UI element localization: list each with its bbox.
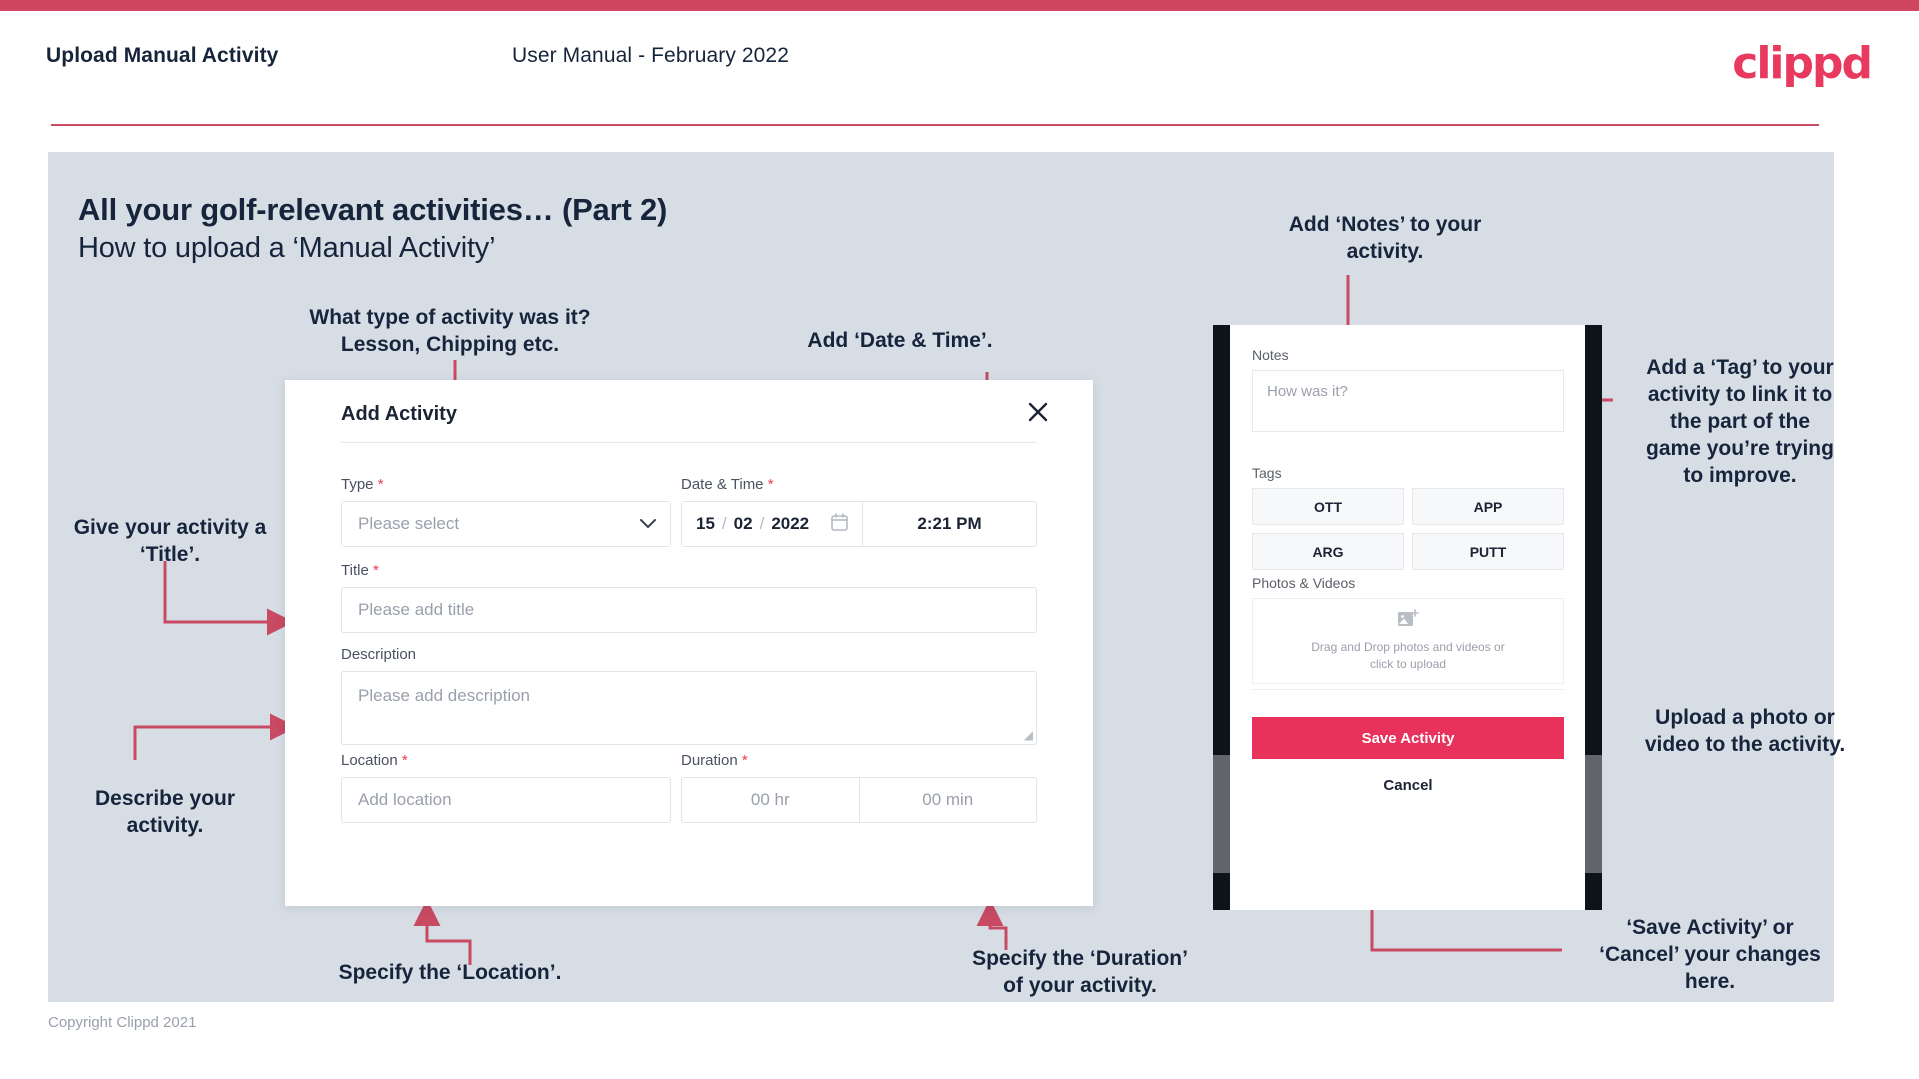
phone-volume-button-right (1585, 755, 1602, 873)
title-placeholder: Please add title (358, 600, 475, 619)
mobile-divider (1252, 689, 1564, 690)
phone-volume-button-left (1213, 755, 1230, 873)
type-placeholder: Please select (358, 514, 460, 533)
type-label-text: Type (341, 476, 374, 493)
save-activity-button[interactable]: Save Activity (1252, 717, 1564, 759)
title-input[interactable]: Please add title (341, 587, 1037, 633)
tag-button-arg[interactable]: ARG (1252, 533, 1404, 570)
date-sep-2: / (759, 514, 765, 533)
date-input[interactable]: 15 / 02 / 2022 (682, 502, 863, 546)
dropzone-text: Drag and Drop photos and videos or click… (1311, 639, 1504, 674)
title-required-mark: * (372, 562, 379, 579)
mobile-photos-label: Photos & Videos (1252, 575, 1356, 591)
dropzone-text-line2: click to upload (1369, 657, 1447, 671)
dialog-divider (341, 442, 1037, 443)
field-group-description: Description Please add description ◢ (341, 646, 1037, 745)
tag-button-putt[interactable]: PUTT (1412, 533, 1564, 570)
mobile-tags-label: Tags (1252, 465, 1282, 481)
duration-label-text: Duration (681, 752, 738, 769)
annotation-save-cancel: ‘Save Activity’ or ‘Cancel’ your changes h… (1599, 916, 1821, 993)
calendar-icon[interactable] (831, 512, 848, 536)
mobile-notes-placeholder: How was it? (1267, 383, 1348, 400)
field-group-datetime: Date & Time * 15 / 02 / 2022 2:21 PM (681, 476, 1037, 547)
duration-minutes-placeholder: 00 min (922, 790, 974, 809)
phone-mockup: Notes How was it? Tags OTT APP ARG PUTT … (1213, 325, 1602, 910)
description-textarea[interactable]: Please add description ◢ (341, 671, 1037, 745)
top-accent-bar (0, 0, 1919, 11)
description-label: Description (341, 646, 1037, 663)
datetime-label-text: Date & Time (681, 476, 764, 493)
annotation-title: Give your activity a ‘Title’. (73, 516, 267, 566)
dropzone-text-line1: Drag and Drop photos and videos or (1311, 639, 1505, 654)
datetime-required-mark: * (767, 476, 774, 493)
description-label-text: Description (341, 646, 417, 663)
title-label: Title * (341, 562, 1037, 579)
date-sep-1: / (721, 514, 727, 533)
header-divider (51, 124, 1819, 126)
annotation-upload: Upload a photo or video to the activity. (1644, 706, 1846, 756)
mobile-tag-grid: OTT APP ARG PUTT (1252, 488, 1564, 570)
title-label-text: Title (341, 562, 369, 579)
add-activity-dialog: Add Activity Type * Please select Date &… (285, 380, 1093, 906)
clippd-logo: clippd (1732, 38, 1873, 89)
field-group-type: Type * Please select (341, 476, 671, 547)
annotation-notes: Add ‘Notes’ to your activity. (1288, 213, 1482, 263)
add-image-icon (1397, 608, 1419, 633)
header-subtitle: User Manual - February 2022 (512, 44, 789, 67)
type-required-mark: * (377, 476, 384, 493)
slide-page: Upload Manual Activity User Manual - Feb… (0, 0, 1919, 1079)
date-month: 02 (733, 514, 753, 533)
field-group-duration: Duration * 00 hr 00 min (681, 752, 1037, 823)
duration-minutes-input[interactable]: 00 min (860, 778, 1037, 822)
description-placeholder: Please add description (358, 686, 531, 705)
tag-button-ott[interactable]: OTT (1252, 488, 1404, 525)
time-value: 2:21 PM (917, 514, 982, 533)
type-select[interactable]: Please select (341, 501, 671, 547)
field-group-title: Title * Please add title (341, 562, 1037, 633)
duration-required-mark: * (741, 752, 748, 769)
resize-handle-icon[interactable]: ◢ (1024, 728, 1033, 742)
field-group-location: Location * Add location (341, 752, 671, 823)
location-label-text: Location (341, 752, 398, 769)
annotation-date-time: Add ‘Date & Time’. (807, 329, 993, 352)
dialog-title: Add Activity (341, 403, 457, 425)
annotation-location: Specify the ‘Location’. (338, 961, 562, 984)
duration-label: Duration * (681, 752, 1037, 769)
cancel-button[interactable]: Cancel (1252, 777, 1564, 794)
mobile-notes-label: Notes (1252, 347, 1289, 363)
phone-screen: Notes How was it? Tags OTT APP ARG PUTT … (1230, 325, 1585, 910)
annotation-type: What type of activity was it? Lesson, Chi… (309, 306, 591, 356)
mobile-notes-input[interactable]: How was it? (1252, 370, 1564, 432)
tag-button-app[interactable]: APP (1412, 488, 1564, 525)
footer-copyright: Copyright Clippd 2021 (48, 1014, 197, 1031)
type-label: Type * (341, 476, 671, 493)
mobile-field-group-notes: Notes How was it? (1252, 347, 1564, 432)
close-icon[interactable] (1023, 397, 1053, 427)
duration-hours-placeholder: 00 hr (750, 790, 790, 809)
location-label: Location * (341, 752, 671, 769)
time-input[interactable]: 2:21 PM (863, 502, 1036, 546)
date-day: 15 (696, 514, 715, 533)
location-required-mark: * (401, 752, 408, 769)
mobile-field-group-photos: Photos & Videos Drag and Drop photos and… (1252, 575, 1564, 684)
location-input[interactable]: Add location (341, 777, 671, 823)
duration-hours-input[interactable]: 00 hr (682, 778, 860, 822)
chevron-down-icon (640, 514, 656, 534)
date-year: 2022 (771, 514, 810, 533)
location-placeholder: Add location (358, 790, 452, 809)
annotation-tags: Add a ‘Tag’ to your activity to link it t… (1646, 356, 1834, 487)
annotation-duration: Specify the ‘Duration’ of your activity. (972, 947, 1188, 997)
datetime-inputs: 15 / 02 / 2022 2:21 PM (681, 501, 1037, 547)
slide-subtitle: How to upload a ‘Manual Activity’ (78, 232, 496, 264)
mobile-field-group-tags: Tags OTT APP ARG PUTT (1252, 465, 1564, 570)
dialog-header: Add Activity (285, 380, 1093, 443)
datetime-label: Date & Time * (681, 476, 1037, 493)
page-title: Upload Manual Activity (46, 44, 279, 67)
photo-dropzone[interactable]: Drag and Drop photos and videos or click… (1252, 598, 1564, 684)
annotation-description: Describe your activity. (94, 787, 236, 837)
slide-title: All your golf-relevant activities… (Part… (78, 192, 668, 227)
duration-inputs: 00 hr 00 min (681, 777, 1037, 823)
